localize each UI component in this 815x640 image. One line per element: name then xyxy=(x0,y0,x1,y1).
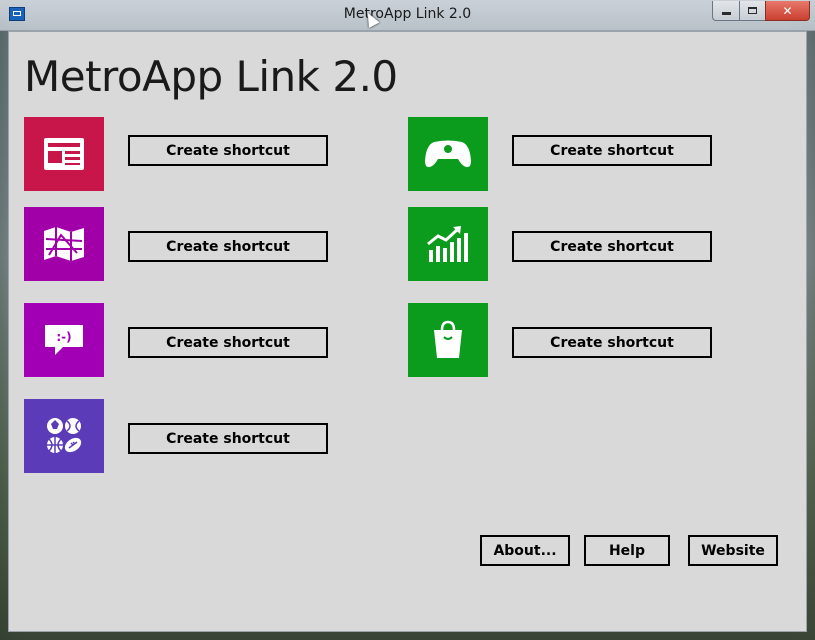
tile-finance xyxy=(408,207,488,281)
close-button[interactable]: ✕ xyxy=(765,1,810,21)
create-shortcut-button-games[interactable]: Create shortcut xyxy=(512,135,712,166)
window-controls: ✕ xyxy=(712,1,810,21)
tile-store xyxy=(408,303,488,377)
page-title: MetroApp Link 2.0 xyxy=(24,52,398,101)
create-shortcut-button-news[interactable]: Create shortcut xyxy=(128,135,328,166)
messaging-icon: :-) xyxy=(45,325,83,355)
tile-news xyxy=(24,117,104,191)
tile-games xyxy=(408,117,488,191)
minimize-button[interactable] xyxy=(712,1,739,21)
title-bar[interactable]: MetroApp Link 2.0 ✕ xyxy=(0,0,815,31)
app-window: MetroApp Link 2.0 ✕ MetroApp Link 2.0 Cr… xyxy=(0,0,815,640)
tile-maps xyxy=(24,207,104,281)
maximize-button[interactable] xyxy=(739,1,765,21)
games-controller-icon xyxy=(425,140,471,168)
svg-text::-): :-) xyxy=(56,330,71,344)
tile-messaging: :-) xyxy=(24,303,104,377)
website-button[interactable]: Website xyxy=(688,535,778,566)
store-bag-icon xyxy=(434,320,462,358)
create-shortcut-button-finance[interactable]: Create shortcut xyxy=(512,231,712,262)
window-title: MetroApp Link 2.0 xyxy=(343,6,472,22)
about-button[interactable]: About... xyxy=(480,535,570,566)
create-shortcut-button-messaging[interactable]: Create shortcut xyxy=(128,327,328,358)
tile-sports xyxy=(24,399,104,473)
finance-chart-icon xyxy=(427,226,468,262)
maps-icon xyxy=(44,227,84,261)
minimize-icon xyxy=(721,12,731,15)
close-icon: ✕ xyxy=(782,3,793,18)
create-shortcut-button-store[interactable]: Create shortcut xyxy=(512,327,712,358)
create-shortcut-button-sports[interactable]: Create shortcut xyxy=(128,423,328,454)
client-area: MetroApp Link 2.0 Create shortcut Create… xyxy=(8,31,807,632)
create-shortcut-button-maps[interactable]: Create shortcut xyxy=(128,231,328,262)
sports-icon xyxy=(47,418,82,453)
help-button[interactable]: Help xyxy=(584,535,670,566)
news-icon xyxy=(44,138,84,170)
maximize-icon xyxy=(748,7,757,14)
